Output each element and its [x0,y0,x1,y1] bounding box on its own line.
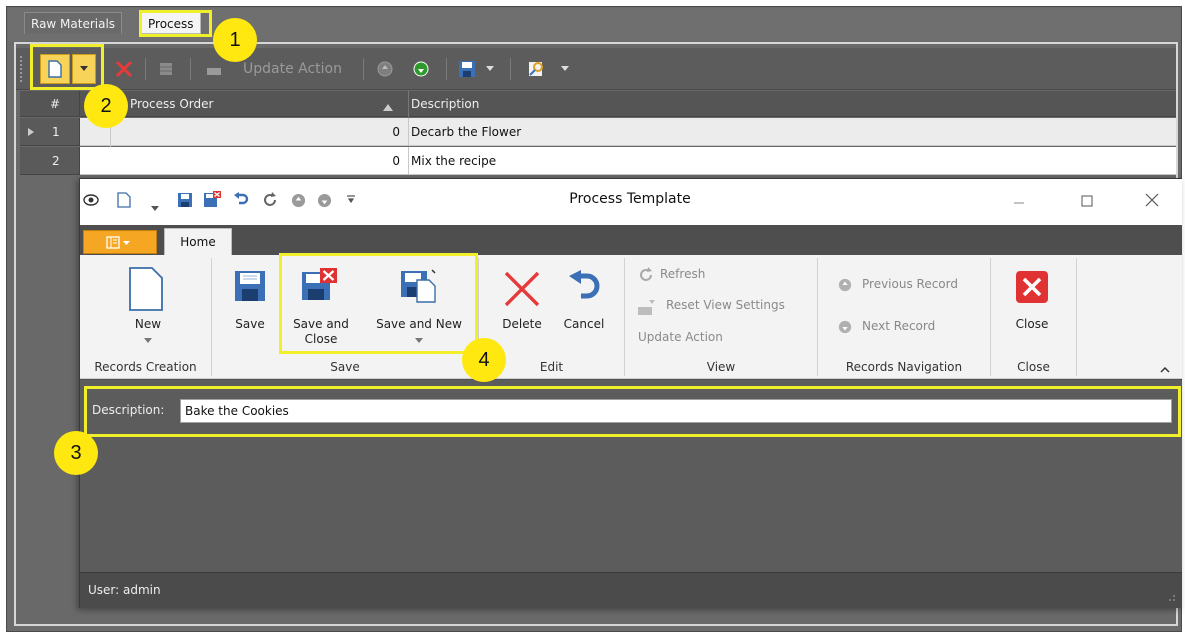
column-header-number[interactable]: # [20,91,80,117]
floppy-disk-icon [459,61,475,77]
save-and-new-button[interactable]: Save and New [365,262,473,352]
arrow-down-circle-icon [413,61,429,77]
description-label: Description: [92,403,165,417]
callout-4: 4 [462,338,506,382]
cell-description[interactable]: Mix the recipe [408,147,1168,175]
cell-process-order[interactable]: 0 [110,147,402,175]
arrow-up-circle-icon [377,61,393,77]
close-window-button[interactable] [1144,192,1172,212]
group-label-save: Save [330,360,360,374]
application-menu-button[interactable] [83,230,157,254]
grid-options-button[interactable] [152,54,180,84]
delete-button[interactable] [110,54,138,84]
save-button[interactable] [454,54,480,84]
refresh-button[interactable]: Refresh [638,266,808,286]
undo-icon [569,270,600,299]
toolbar-grip[interactable] [20,56,24,82]
refresh-icon [640,267,652,281]
group-label-view: View [706,360,736,374]
column-header-process-order[interactable]: Process Order [128,91,398,117]
chevron-down-icon [144,338,152,343]
refresh-icon[interactable] [262,192,278,211]
next-record-button[interactable]: Next Record [838,318,988,338]
window-title: Process Template [569,191,691,207]
floppy-disk-icon[interactable] [177,192,193,211]
close-button[interactable]: Close [1004,262,1060,352]
description-input[interactable] [180,399,1172,423]
arrow-up-circle-icon [838,278,852,292]
save-button[interactable]: Save [226,262,274,352]
reset-view-settings-button[interactable]: Reset View Settings [638,296,816,316]
arrow-up-circle-icon[interactable] [291,193,306,211]
group-label-records-creation: Records Creation [94,360,197,374]
tab-process[interactable]: Process [141,12,201,34]
update-action-button[interactable]: Update Action [638,328,808,348]
new-document-icon[interactable] [117,192,131,211]
move-down-button[interactable] [408,54,434,84]
callout-3: 3 [54,431,98,475]
magnifier-icon [529,62,543,76]
save-and-new-icon [401,269,436,303]
collapse-ribbon-button[interactable] [1160,362,1170,376]
close-red-icon [1016,271,1048,303]
undo-icon[interactable] [233,192,249,211]
minimize-button[interactable] [1012,194,1040,214]
chevron-down-icon [561,66,569,71]
new-record-button[interactable] [40,54,70,84]
maximize-button[interactable] [1080,194,1108,214]
save-and-close-icon [302,268,337,300]
close-icon [1145,193,1159,207]
app-menu-icon [106,236,130,249]
delete-button[interactable]: Delete [494,262,550,352]
previous-record-button[interactable]: Previous Record [838,276,988,296]
floppy-disk-icon [235,271,265,301]
resize-grip-icon[interactable] [1164,590,1176,605]
save-and-close-button[interactable]: Save and Close [286,262,356,352]
ribbon-tab-strip [80,225,1182,255]
save-dropdown[interactable] [483,54,497,84]
reset-view-icon [638,300,655,315]
new-document-icon [48,60,62,78]
group-label-records-navigation: Records Navigation [845,360,963,374]
customize-toolbar-icon[interactable] [346,193,356,207]
delete-x-icon [115,60,133,78]
move-up-button[interactable] [372,54,398,84]
tab-home[interactable]: Home [164,228,232,256]
callout-1: 1 [213,18,257,62]
chevron-down-icon [80,66,88,71]
chevron-down-icon[interactable] [151,200,159,214]
chevron-up-icon [1160,366,1170,373]
row-indicator[interactable]: 1 [20,118,80,146]
status-bar [80,572,1182,608]
row-indicator[interactable]: 2 [20,147,80,175]
status-user: User: admin [88,583,161,597]
current-row-arrow-icon [28,128,34,136]
grid-icon [160,63,172,75]
new-record-dropdown[interactable] [72,54,96,84]
delete-x-icon [504,271,540,307]
search-button[interactable] [522,54,550,84]
new-document-icon [129,267,163,311]
minimize-icon [1014,202,1024,204]
search-dropdown[interactable] [556,54,574,84]
arrow-down-circle-icon [838,320,852,334]
cancel-button[interactable]: Cancel [556,262,612,352]
chevron-down-icon [486,66,494,71]
cell-description[interactable]: Decarb the Flower [408,118,1168,146]
new-button[interactable]: New [112,262,184,352]
chevron-down-icon [415,338,423,343]
arrow-down-circle-icon[interactable] [317,193,332,211]
action-icon [207,68,221,75]
sort-ascending-icon [383,100,393,114]
column-header-description[interactable]: Description [408,91,1168,117]
group-label-close: Close [1017,360,1050,374]
maximize-icon [1081,195,1093,207]
save-and-close-icon[interactable] [203,191,221,211]
cell-process-order[interactable]: 0 [110,118,402,146]
callout-2: 2 [84,84,128,128]
eye-icon[interactable] [83,194,99,209]
tab-raw-materials[interactable]: Raw Materials [24,12,123,34]
